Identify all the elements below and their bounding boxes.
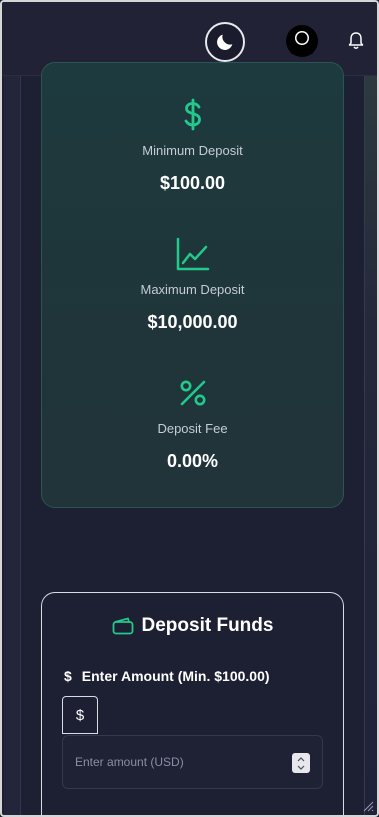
stat-label: Minimum Deposit (142, 143, 243, 158)
deposit-funds-card: Deposit Funds $ Enter Amount (Min. $100.… (41, 592, 344, 815)
stat-minimum-deposit: Minimum Deposit $100.00 (42, 95, 343, 194)
dollar-icon (184, 98, 201, 131)
stat-value: $100.00 (159, 173, 226, 193)
left-sidebar-edge (4, 76, 21, 815)
resize-grip-icon[interactable] (362, 800, 374, 812)
bell-icon[interactable] (347, 31, 365, 51)
chevron-down-icon[interactable] (297, 765, 305, 770)
deposit-funds-title: Deposit Funds (141, 615, 274, 636)
amount-input[interactable] (63, 736, 293, 788)
app-window: Minimum Deposit $100.00 Maximum Deposit … (0, 0, 379, 817)
currency-prefix: $ (62, 696, 98, 734)
stat-value: $10,000.00 (147, 312, 238, 332)
stat-label: Maximum Deposit (140, 282, 245, 297)
stat-value: 0.00% (166, 451, 219, 471)
number-stepper[interactable] (292, 753, 310, 773)
amount-field[interactable] (62, 735, 323, 789)
amount-label: $ Enter Amount (Min. $100.00) (64, 668, 270, 684)
user-avatar-icon[interactable] (285, 24, 319, 58)
stat-maximum-deposit: Maximum Deposit $10,000.00 (42, 234, 343, 333)
deposit-funds-header: Deposit Funds (42, 615, 343, 637)
chevron-up-icon[interactable] (297, 756, 305, 762)
stat-label: Deposit Fee (157, 421, 228, 436)
theme-toggle-button[interactable] (205, 22, 245, 62)
moon-icon (217, 34, 233, 50)
right-scroll-edge[interactable] (364, 76, 377, 815)
stat-deposit-fee: Deposit Fee 0.00% (42, 373, 343, 472)
chart-line-icon (176, 237, 209, 271)
wallet-icon (112, 617, 133, 635)
percent-icon (180, 380, 205, 406)
amount-label-text: Enter Amount (Min. $100.00) (81, 668, 270, 684)
dollar-sign-icon: $ (64, 668, 72, 684)
deposit-limits-card: Minimum Deposit $100.00 Maximum Deposit … (41, 62, 344, 508)
